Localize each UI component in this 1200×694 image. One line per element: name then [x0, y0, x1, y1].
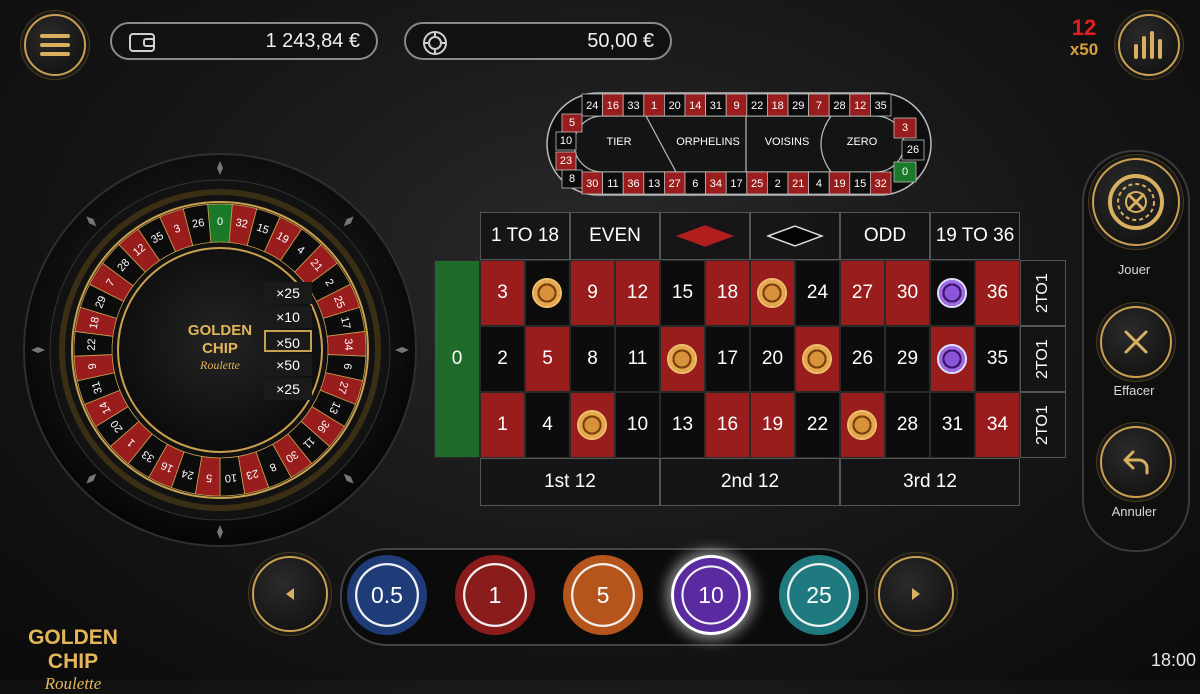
close-icon	[1124, 330, 1148, 354]
arrow-right-icon	[912, 588, 920, 600]
number-cell[interactable]: 22	[795, 392, 840, 458]
clock: 18:00	[1150, 650, 1196, 670]
bet-chip	[937, 344, 967, 374]
undo-label: Annuler	[1111, 504, 1157, 519]
number-cell[interactable]: 30	[885, 260, 930, 326]
chips-next-button[interactable]	[878, 556, 954, 632]
chip-value: 5	[596, 581, 610, 608]
number-cell[interactable]: 35	[975, 326, 1020, 392]
number-cell[interactable]: 10	[615, 392, 660, 458]
number-cell[interactable]: 11	[615, 326, 660, 392]
even-money-cell[interactable]: 1 TO 18	[480, 212, 570, 260]
number-cell[interactable]: 36	[975, 260, 1020, 326]
black-bet-cell[interactable]	[750, 212, 840, 260]
number-cell[interactable]: 24	[795, 260, 840, 326]
red-diamond-icon	[676, 225, 734, 247]
even-money-cell[interactable]: 19 TO 36	[930, 212, 1020, 260]
chip-5[interactable]: 5	[563, 555, 643, 635]
spin-label: Jouer	[1117, 262, 1151, 277]
clear-button[interactable]	[1100, 306, 1172, 378]
undo-button[interactable]	[1100, 426, 1172, 498]
number-cell[interactable]: 2	[480, 326, 525, 392]
dozen-bet-cell[interactable]: 2nd 12	[660, 458, 840, 506]
chip-25[interactable]: 25	[779, 555, 859, 635]
bet-chip	[802, 344, 832, 374]
number-cell[interactable]: 13	[660, 392, 705, 458]
footer-logo-subtitle: Roulette	[44, 674, 102, 693]
number-cell[interactable]: 17	[705, 326, 750, 392]
column-bet-cell[interactable]: 2TO1	[1020, 392, 1066, 458]
column-bet-cell[interactable]: 2TO1	[1020, 260, 1066, 326]
number-cell[interactable]: 34	[975, 392, 1020, 458]
chip-value: 10	[698, 581, 724, 608]
number-cell[interactable]: 29	[885, 326, 930, 392]
number-cell[interactable]: 26	[840, 326, 885, 392]
wheel-icon	[1108, 174, 1164, 230]
chip-10[interactable]: 10	[671, 555, 751, 635]
number-cell[interactable]: 5	[525, 326, 570, 392]
even-money-cell[interactable]: EVEN	[570, 212, 660, 260]
bet-chip	[577, 410, 607, 440]
number-cell[interactable]: 19	[750, 392, 795, 458]
bet-chip	[532, 278, 562, 308]
dozen-bet-cell[interactable]: 1st 12	[480, 458, 660, 506]
number-cell[interactable]: 1	[480, 392, 525, 458]
number-cell[interactable]: 3	[480, 260, 525, 326]
black-diamond-icon	[766, 225, 824, 247]
bet-chip	[757, 278, 787, 308]
bet-chip	[667, 344, 697, 374]
number-cell[interactable]: 16	[705, 392, 750, 458]
column-bet-cell[interactable]: 2TO1	[1020, 326, 1066, 392]
chip-value: 25	[806, 581, 832, 608]
arrow-left-icon	[286, 588, 294, 600]
number-cell[interactable]: 4	[525, 392, 570, 458]
number-cell[interactable]: 15	[660, 260, 705, 326]
bet-chip	[937, 278, 967, 308]
chip-1[interactable]: 1	[455, 555, 535, 635]
chip-0.5[interactable]: 0.5	[347, 555, 427, 635]
number-cell[interactable]: 8	[570, 326, 615, 392]
undo-icon	[1123, 450, 1149, 475]
chip-value: 1	[488, 581, 502, 608]
even-money-cell[interactable]: ODD	[840, 212, 930, 260]
number-cell[interactable]: 28	[885, 392, 930, 458]
number-cell[interactable]: 18	[705, 260, 750, 326]
red-bet-cell[interactable]	[660, 212, 750, 260]
clear-label: Effacer	[1113, 383, 1155, 398]
number-cell[interactable]: 20	[750, 326, 795, 392]
zero-cell[interactable]: 0	[434, 260, 480, 458]
chips-prev-button[interactable]	[252, 556, 328, 632]
number-cell[interactable]: 27	[840, 260, 885, 326]
dozen-bet-cell[interactable]: 3rd 12	[840, 458, 1020, 506]
spin-button[interactable]	[1092, 158, 1180, 246]
number-cell[interactable]: 12	[615, 260, 660, 326]
number-cell[interactable]: 9	[570, 260, 615, 326]
chip-value: 0.5	[371, 581, 403, 608]
footer-logo-title: GOLDEN CHIP	[28, 626, 118, 673]
footer-logo: GOLDEN CHIP Roulette	[8, 626, 138, 694]
bet-chip	[847, 410, 877, 440]
number-cell[interactable]: 31	[930, 392, 975, 458]
